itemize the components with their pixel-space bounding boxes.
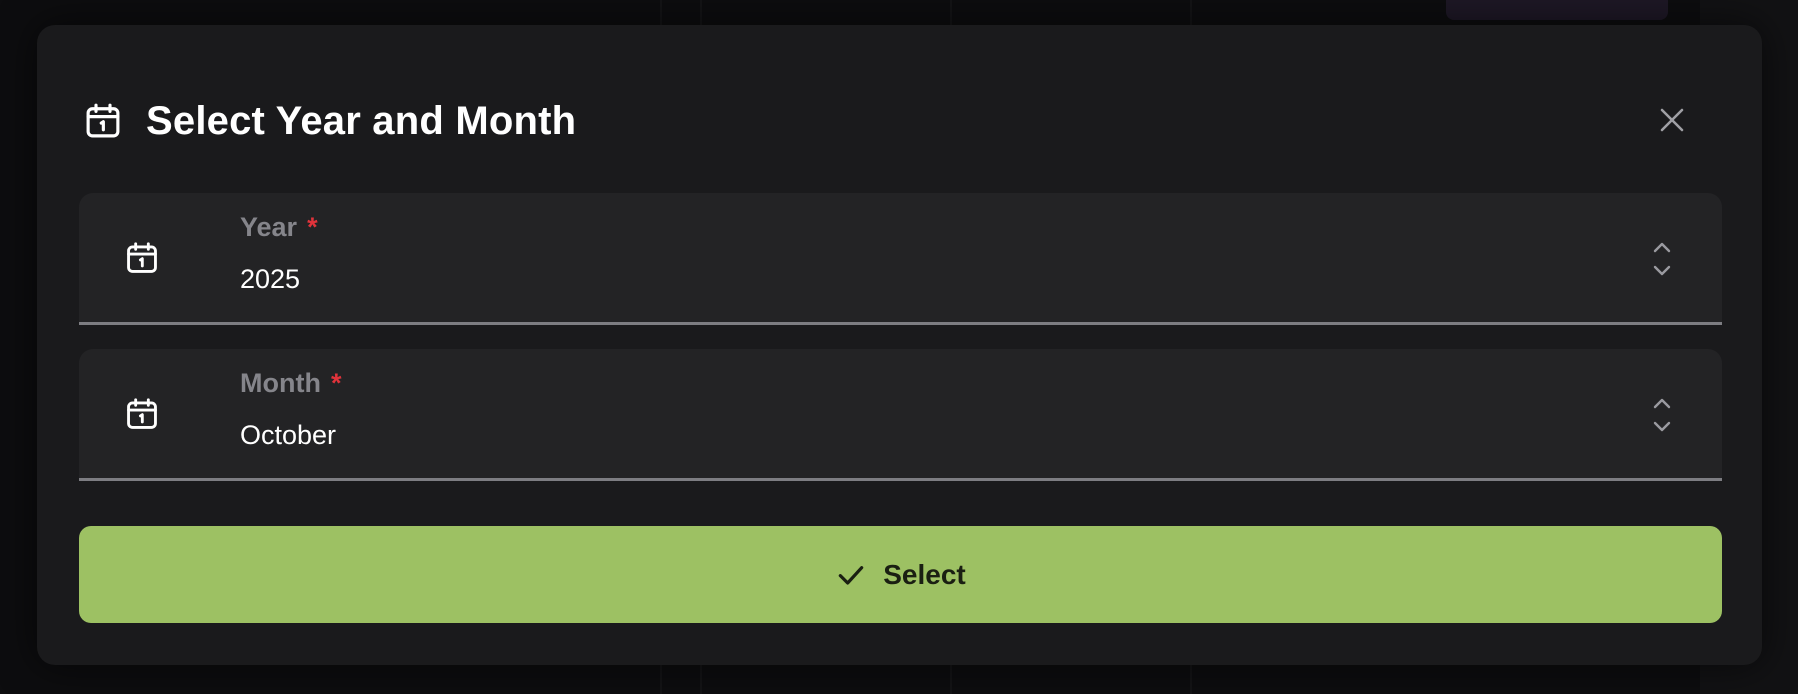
month-label-text: Month [240, 368, 321, 398]
close-icon [1660, 108, 1684, 132]
month-value: October [240, 420, 337, 450]
select-button-label: Select [883, 558, 966, 590]
calendar-icon [123, 395, 161, 433]
year-label: Year * [240, 212, 318, 243]
calendar-icon [123, 239, 161, 277]
required-indicator: * [307, 212, 318, 242]
background-chip [1446, 0, 1668, 20]
calendar-icon [82, 100, 124, 142]
select-year-month-dialog: Select Year and Month Year * 2025 Month … [37, 25, 1762, 665]
year-value: 2025 [240, 264, 301, 294]
chevron-up-down-icon[interactable] [1650, 239, 1674, 279]
required-indicator: * [330, 368, 342, 398]
chevron-up-down-icon[interactable] [1650, 395, 1674, 435]
year-select[interactable]: Year * 2025 [79, 193, 1722, 325]
check-icon [835, 559, 867, 591]
dialog-header: Select Year and Month [82, 93, 1717, 149]
month-select[interactable]: Month * October [79, 349, 1722, 481]
close-button[interactable] [1649, 97, 1695, 143]
year-label-text: Year [240, 212, 298, 242]
dialog-title: Select Year and Month [146, 98, 577, 143]
select-button[interactable]: Select [79, 526, 1722, 623]
month-label: Month * [240, 368, 341, 399]
